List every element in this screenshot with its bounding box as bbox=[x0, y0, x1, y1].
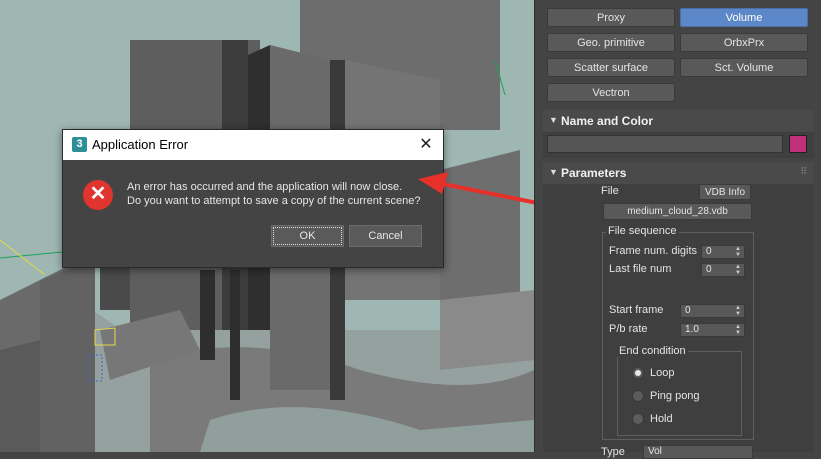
name-color-rollout: ▼ Name and Color bbox=[543, 110, 814, 158]
proxy-button[interactable]: Proxy bbox=[547, 8, 675, 27]
pb-rate-spinner[interactable]: 1.0 ▲ ▼ bbox=[680, 323, 745, 337]
close-icon[interactable]: ✕ bbox=[415, 134, 437, 156]
name-color-title: Name and Color bbox=[561, 114, 654, 128]
command-panel: Proxy Volume Geo. primitive OrbxPrx Scat… bbox=[534, 0, 821, 459]
spinner-arrows-icon[interactable]: ▲ ▼ bbox=[735, 264, 741, 276]
sct-volume-button[interactable]: Sct. Volume bbox=[680, 58, 808, 77]
last-file-num-label: Last file num bbox=[609, 263, 672, 275]
parameters-title: Parameters bbox=[561, 166, 627, 180]
error-message-line-2: Do you want to attempt to save a copy of… bbox=[127, 195, 421, 207]
scatter-surface-button[interactable]: Scatter surface bbox=[547, 58, 675, 77]
last-file-num-value: 0 bbox=[706, 264, 712, 275]
dialog-titlebar[interactable]: 3 Application Error ✕ bbox=[63, 130, 443, 160]
spinner-arrows-icon[interactable]: ▲ ▼ bbox=[735, 305, 741, 317]
dialog-title: Application Error bbox=[92, 137, 189, 152]
end-condition-title: End condition bbox=[617, 345, 688, 357]
start-frame-value: 0 bbox=[685, 305, 691, 316]
collapse-caret-icon: ▼ bbox=[549, 167, 558, 177]
pb-rate-label: P/b rate bbox=[609, 323, 648, 335]
geo-primitive-button[interactable]: Geo. primitive bbox=[547, 33, 675, 52]
start-frame-spinner[interactable]: 0 ▲ ▼ bbox=[680, 304, 745, 318]
hold-label: Hold bbox=[650, 413, 673, 425]
vectron-button[interactable]: Vectron bbox=[547, 83, 675, 102]
volume-button[interactable]: Volume bbox=[680, 8, 808, 27]
file-path-button[interactable]: medium_cloud_28.vdb bbox=[603, 203, 752, 220]
loop-radio[interactable] bbox=[632, 367, 644, 379]
spinner-arrows-icon[interactable]: ▲ ▼ bbox=[735, 246, 741, 258]
frame-num-digits-spinner[interactable]: 0 ▲ ▼ bbox=[701, 245, 745, 259]
pb-rate-value: 1.0 bbox=[685, 324, 699, 335]
object-name-input[interactable] bbox=[547, 135, 783, 153]
ok-button[interactable]: OK bbox=[271, 225, 344, 247]
error-icon: ✕ bbox=[83, 180, 113, 210]
name-color-header[interactable]: ▼ Name and Color bbox=[543, 110, 814, 132]
parameters-header[interactable]: ▼ Parameters ⠿ bbox=[543, 162, 814, 184]
drag-handle-icon[interactable]: ⠿ bbox=[800, 166, 807, 177]
vdb-info-button[interactable]: VDB Info bbox=[699, 184, 751, 200]
type-dropdown[interactable]: Vol bbox=[643, 445, 753, 459]
loop-label: Loop bbox=[650, 367, 675, 379]
frame-num-digits-value: 0 bbox=[706, 246, 712, 257]
spinner-arrows-icon[interactable]: ▲ ▼ bbox=[735, 324, 741, 336]
last-file-num-spinner[interactable]: 0 ▲ ▼ bbox=[701, 263, 745, 277]
orbxprx-button[interactable]: OrbxPrx bbox=[680, 33, 808, 52]
ping-pong-label: Ping pong bbox=[650, 390, 700, 402]
hold-radio[interactable] bbox=[632, 413, 644, 425]
type-label: Type bbox=[601, 446, 625, 458]
ping-pong-radio[interactable] bbox=[632, 390, 644, 402]
file-sequence-title: File sequence bbox=[606, 225, 679, 237]
cancel-button[interactable]: Cancel bbox=[349, 225, 422, 247]
parameters-rollout: ▼ Parameters ⠿ File VDB Info medium_clou… bbox=[543, 162, 814, 459]
start-frame-label: Start frame bbox=[609, 304, 664, 316]
error-message: An error has occurred and the applicatio… bbox=[127, 180, 421, 208]
application-error-dialog: 3 Application Error ✕ ✕ An error has occ… bbox=[62, 129, 444, 268]
error-message-line-1: An error has occurred and the applicatio… bbox=[127, 181, 403, 193]
file-label: File bbox=[601, 185, 619, 197]
app-icon: 3 bbox=[72, 137, 87, 152]
object-color-swatch[interactable] bbox=[789, 135, 807, 153]
collapse-caret-icon: ▼ bbox=[549, 115, 558, 125]
frame-num-digits-label: Frame num. digits bbox=[609, 245, 698, 257]
